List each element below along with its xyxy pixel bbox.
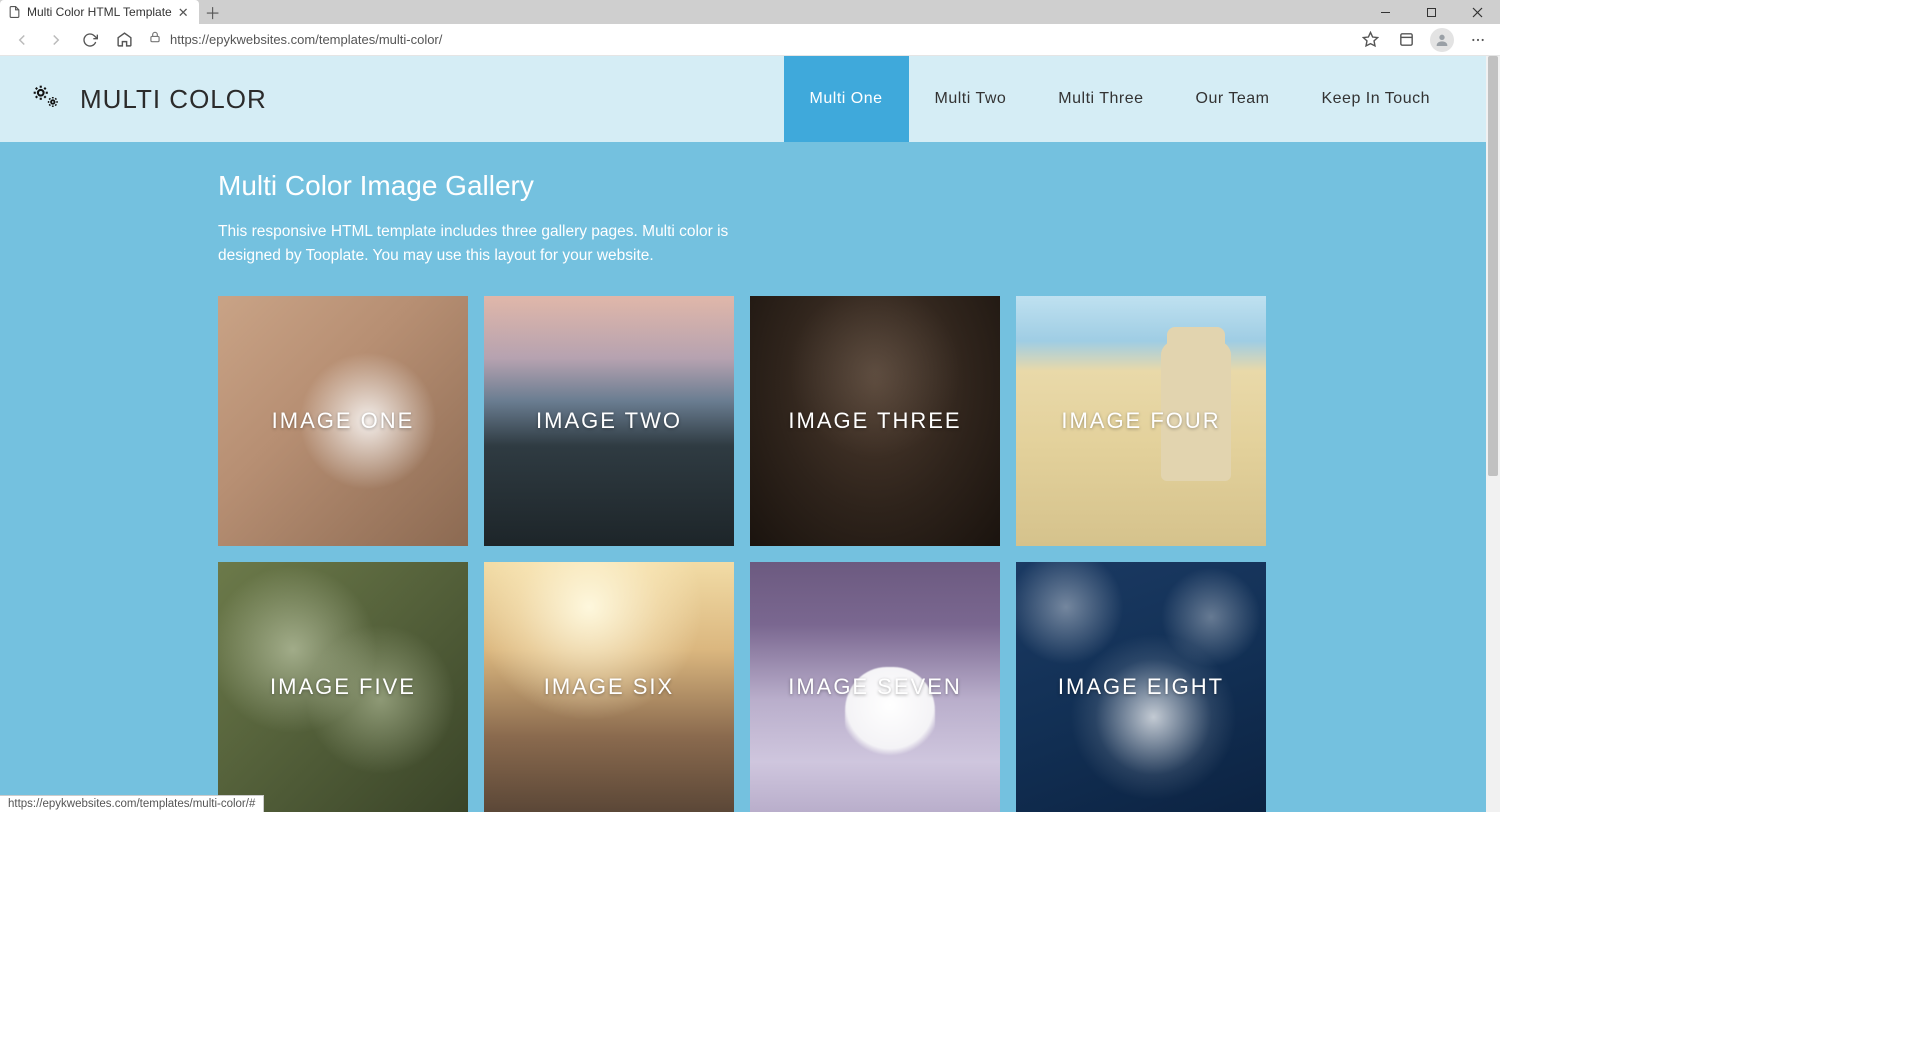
nav-our-team[interactable]: Our Team [1170, 56, 1296, 142]
nav-multi-one[interactable]: Multi One [784, 56, 909, 142]
gallery-card[interactable]: IMAGE TWO [484, 296, 734, 546]
gallery-label: IMAGE EIGHT [1058, 674, 1224, 700]
titlebar: Multi Color HTML Template ✕ ＋ [0, 0, 1500, 24]
scrollbar-thumb[interactable] [1488, 56, 1498, 476]
minimize-button[interactable] [1362, 0, 1408, 24]
brand-text: MULTI COLOR [80, 84, 267, 115]
forward-button[interactable] [40, 24, 72, 56]
gears-icon [28, 82, 62, 117]
gallery-card[interactable]: IMAGE FIVE [218, 562, 468, 812]
gallery-grid: IMAGE ONE IMAGE TWO IMAGE THREE IMAGE FO… [218, 296, 1268, 812]
page-title: Multi Color Image Gallery [218, 170, 1268, 202]
vertical-scrollbar[interactable] [1486, 56, 1500, 812]
url-text: https://epykwebsites.com/templates/multi… [170, 32, 442, 47]
gallery-label: IMAGE SEVEN [788, 674, 962, 700]
nav-multi-three[interactable]: Multi Three [1032, 56, 1169, 142]
gallery-card[interactable]: IMAGE SEVEN [750, 562, 1000, 812]
gallery-label: IMAGE THREE [788, 408, 961, 434]
gallery-label: IMAGE ONE [272, 408, 415, 434]
page-viewport: MULTI COLOR Multi One Multi Two Multi Th… [0, 56, 1486, 812]
window-controls [1362, 0, 1500, 24]
gallery-label: IMAGE SIX [544, 674, 674, 700]
menu-button[interactable] [1462, 24, 1494, 56]
tab-title: Multi Color HTML Template [27, 5, 172, 19]
nav-multi-two[interactable]: Multi Two [909, 56, 1033, 142]
gallery-card[interactable]: IMAGE FOUR [1016, 296, 1266, 546]
address-bar[interactable]: https://epykwebsites.com/templates/multi… [148, 26, 1346, 54]
gallery-label: IMAGE TWO [536, 408, 682, 434]
tab-close-icon[interactable]: ✕ [178, 6, 189, 19]
lock-icon [148, 30, 162, 49]
gallery-card[interactable]: IMAGE EIGHT [1016, 562, 1266, 812]
site-header: MULTI COLOR Multi One Multi Two Multi Th… [0, 56, 1486, 142]
new-tab-button[interactable]: ＋ [199, 0, 227, 24]
gallery-card[interactable]: IMAGE THREE [750, 296, 1000, 546]
main-nav: Multi One Multi Two Multi Three Our Team… [784, 56, 1456, 142]
maximize-button[interactable] [1408, 0, 1454, 24]
page-description: This responsive HTML template includes t… [218, 220, 778, 268]
gallery-card[interactable]: IMAGE ONE [218, 296, 468, 546]
browser-toolbar: https://epykwebsites.com/templates/multi… [0, 24, 1500, 56]
collections-button[interactable] [1390, 24, 1422, 56]
gallery-label: IMAGE FIVE [270, 674, 416, 700]
profile-button[interactable] [1426, 24, 1458, 56]
home-button[interactable] [108, 24, 140, 56]
gallery-card[interactable]: IMAGE SIX [484, 562, 734, 812]
favorites-button[interactable] [1354, 24, 1386, 56]
back-button[interactable] [6, 24, 38, 56]
page-icon [8, 5, 21, 19]
nav-keep-in-touch[interactable]: Keep In Touch [1295, 56, 1456, 142]
close-window-button[interactable] [1454, 0, 1500, 24]
content-section: Multi Color Image Gallery This responsiv… [0, 142, 1486, 812]
refresh-button[interactable] [74, 24, 106, 56]
gallery-label: IMAGE FOUR [1061, 408, 1220, 434]
browser-tab[interactable]: Multi Color HTML Template ✕ [0, 0, 199, 24]
status-bar: https://epykwebsites.com/templates/multi… [0, 795, 264, 812]
brand[interactable]: MULTI COLOR [28, 82, 267, 117]
